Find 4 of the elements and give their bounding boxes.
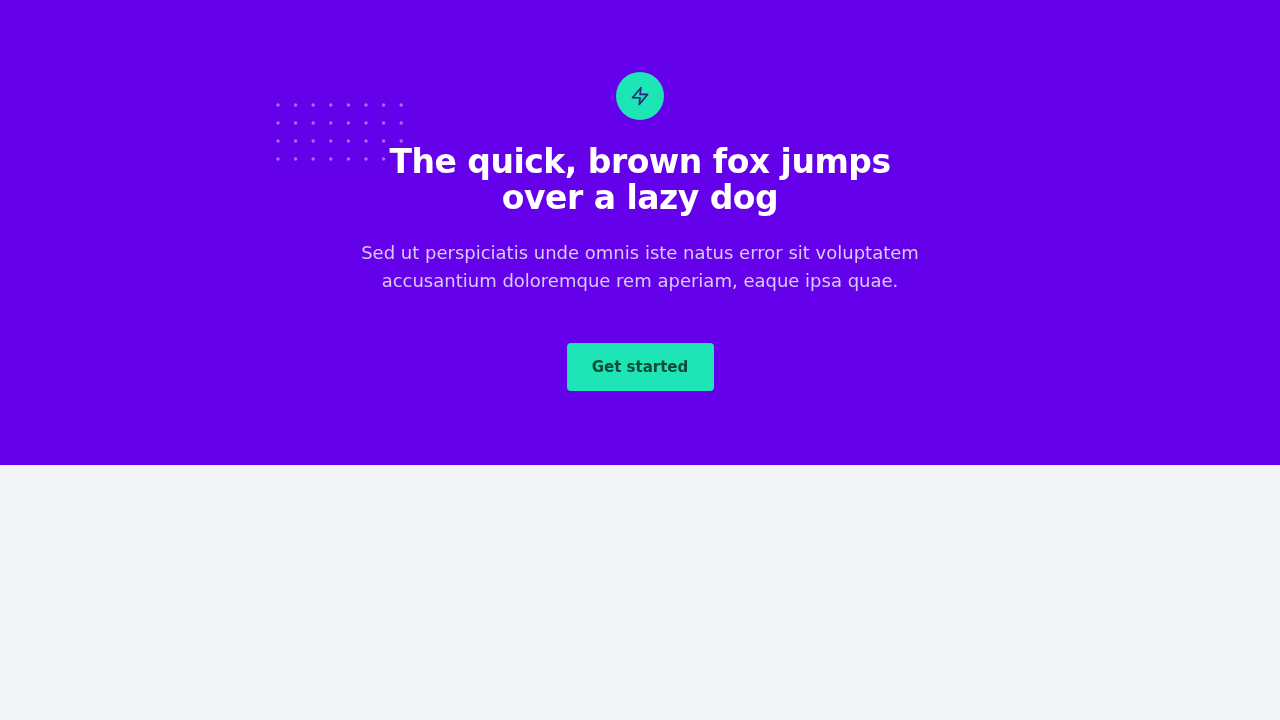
lightning-icon: [616, 72, 664, 120]
hero-description: Sed ut perspiciatis unde omnis iste natus error sit voluptatem accusantium doloremque rem aperiam, eaque ipsa quae.: [360, 241, 920, 293]
hero-heading: The quick, brown fox jumps over a lazy dog: [388, 144, 892, 216]
get-started-button[interactable]: Get started: [566, 343, 714, 391]
